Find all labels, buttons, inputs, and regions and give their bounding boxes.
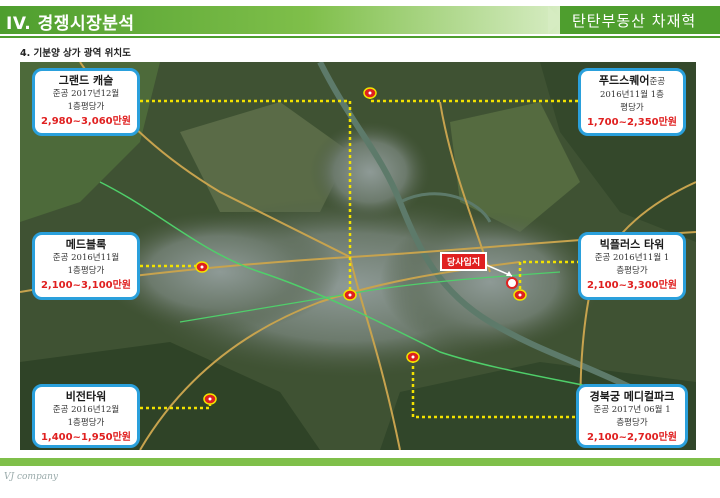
callout-unit: 1층평당가 [67,266,105,276]
callout-name: 빅플러스 타워 [599,238,665,251]
location-marker-icon [513,289,527,301]
pointer-arrow-icon [483,263,513,277]
current-site-label: 당사입지 [440,252,488,271]
brand-name: 탄탄부동산 차재혁 [572,12,697,30]
slide-subtitle: 4. 기분양 상가 광역 위치도 [20,48,131,59]
satellite-map: 당사입지 그랜드 캐슬 준공 2017년12월 1층평당가 2,980~3,06… [20,62,696,450]
callout-unit: 평당가 [620,103,644,113]
footer-bar [0,458,720,466]
callout-name: 비전타워 [65,390,107,403]
location-marker-icon [406,351,420,363]
callout-price: 2,100~3,300만원 [586,280,678,291]
callout-price: 1,700~2,350만원 [586,117,678,128]
location-marker-icon [343,289,357,301]
section-title: IV. 경쟁시장분석 [6,14,135,34]
callout-med-block: 메드블록 준공 2016년11월 1층평당가 2,100~3,100만원 [32,232,140,300]
callout-completion: 준공 2017년 06월 1 [593,405,671,415]
callout-completion: 준공 2016년12월 [52,405,120,415]
location-marker-icon [195,261,209,273]
callout-price: 1,400~1,950만원 [40,432,132,443]
callout-unit: 1층평당가 [67,102,105,112]
callout-unit: 1층평당가 [67,418,105,428]
callout-name: 그랜드 캐슬 [58,74,114,87]
callout-grand-castle: 그랜드 캐슬 준공 2017년12월 1층평당가 2,980~3,060만원 [32,68,140,136]
callout-completion: 준공 2017년12월 [52,89,120,99]
callout-unit: 층평당가 [616,418,648,428]
callout-price: 2,980~3,060만원 [40,116,132,127]
location-marker-icon [363,87,377,99]
callout-food-square: 푸드스퀘어준공 2016년11월 1층 평당가 1,700~2,350만원 [578,68,686,136]
header-divider [0,36,720,38]
callout-price: 2,100~3,100만원 [40,280,132,291]
callout-vision-tower: 비전타워 준공 2016년12월 1층평당가 1,400~1,950만원 [32,384,140,448]
callout-completion: 준공 2016년11월 [52,253,120,263]
location-marker-icon [203,393,217,405]
callout-name: 푸드스퀘어준공 [598,74,666,87]
section-header: IV. 경쟁시장분석 [0,6,560,34]
callout-completion: 준공 2016년11월 1 [594,253,670,263]
footer-company: VJ company [4,472,58,482]
callout-unit: 층평당가 [616,266,648,276]
callout-name: 메드블록 [65,238,107,251]
callout-name: 경북궁 메디컬파크 [589,390,675,403]
callout-big-plus-tower: 빅플러스 타워 준공 2016년11월 1 층평당가 2,100~3,300만원 [578,232,686,300]
callout-completion: 2016년11월 1층 [599,90,665,100]
callout-price: 2,100~2,700만원 [586,432,678,443]
callout-gyeongbuk-medical-park: 경북궁 메디컬파크 준공 2017년 06월 1 층평당가 2,100~2,70… [576,384,688,448]
brand-header: 탄탄부동산 차재혁 [560,6,720,34]
